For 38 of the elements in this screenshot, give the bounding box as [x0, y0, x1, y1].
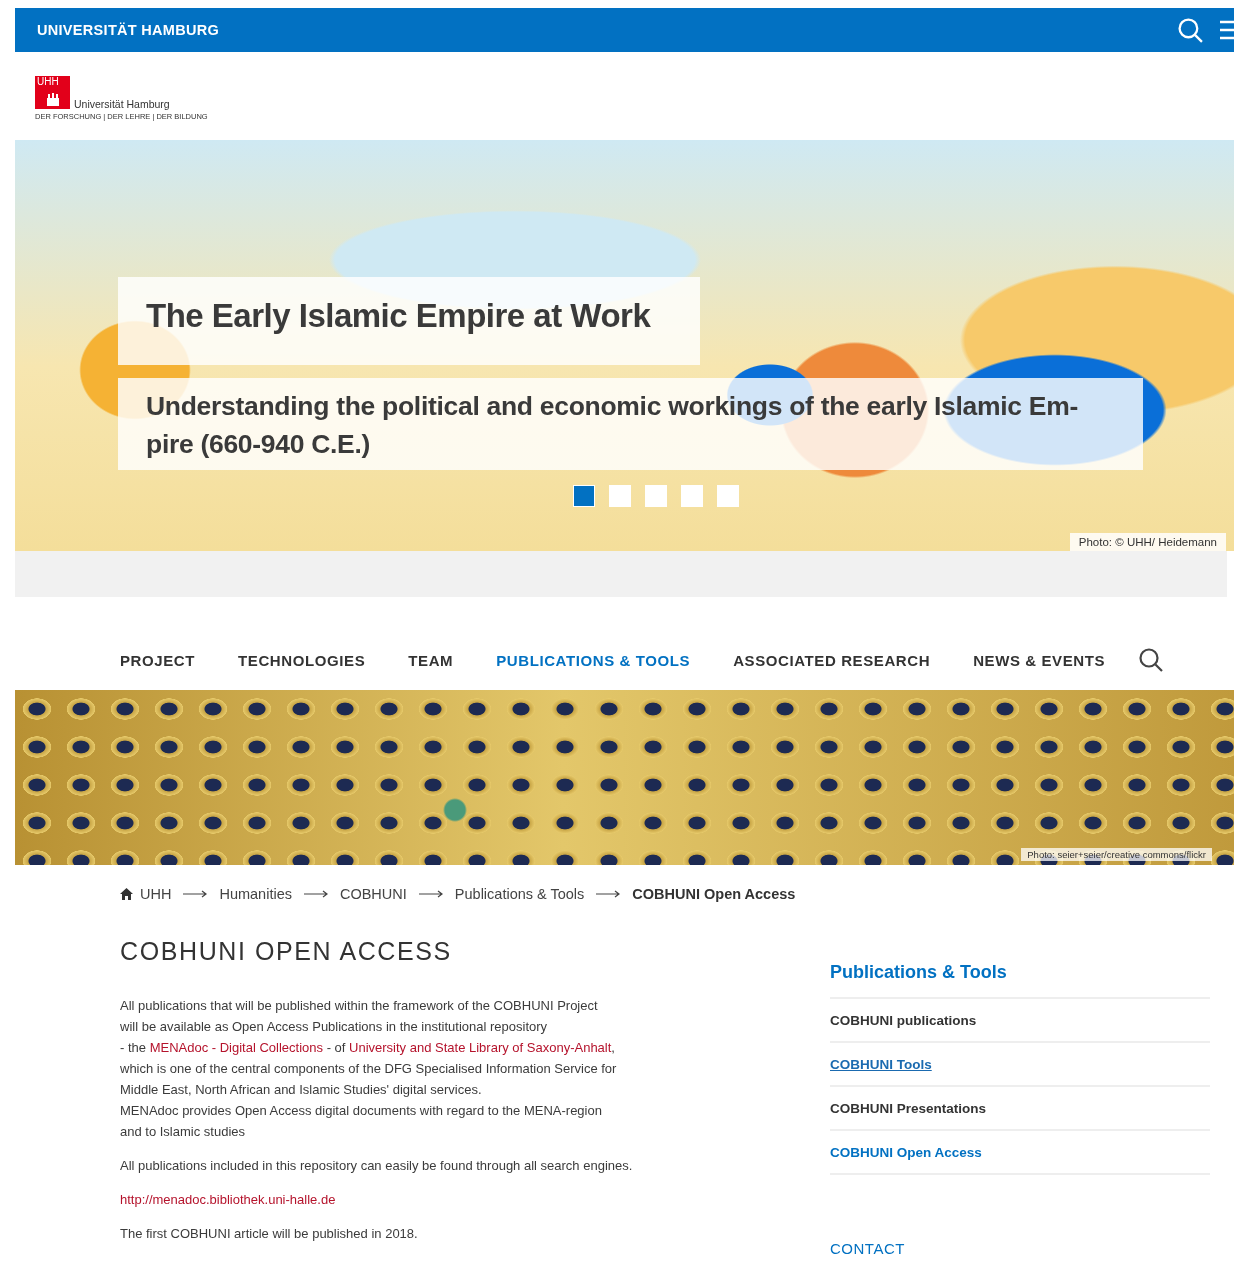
breadcrumb-link[interactable]: COBHUNI: [339, 886, 407, 902]
nav-link[interactable]: TECHNOLOGIES: [238, 651, 366, 669]
nav-link[interactable]: PUBLICATIONS & TOOLS: [496, 651, 691, 669]
body-paragraph: The first COBHUNI article will be published in 2018.: [120, 1225, 419, 1243]
site-title: UNIVERSITÄT HAMBURG: [37, 22, 221, 38]
logo-mark: UHH: [35, 76, 70, 109]
breadcrumb-link[interactable]: Publications & Tools: [454, 886, 585, 902]
nav-link[interactable]: NEWS & EVENTS: [973, 651, 1106, 669]
breadcrumb-link[interactable]: Humanities: [219, 886, 292, 902]
arrow-icon: [183, 890, 208, 898]
text-link[interactable]: MENAdoc - Digital Collections: [149, 1040, 324, 1055]
arrow-icon: [303, 890, 328, 898]
arrow-icon: [596, 890, 621, 898]
page-title: COBHUNI OPEN ACCESS: [120, 937, 453, 966]
arrow-icon: [418, 890, 443, 898]
sidebar-link[interactable]: COBHUNI Presentations: [830, 1101, 987, 1116]
sidebar-link[interactable]: COBHUNI Open Access: [830, 1145, 982, 1160]
logo-name: Universität Hamburg: [74, 98, 170, 109]
sidebar-link[interactable]: COBHUNI Tools: [830, 1057, 932, 1072]
url-link[interactable]: http://menadoc.bibliothek.uni-halle.de: [120, 1192, 336, 1207]
sidebar-heading: Publications & Tools: [830, 962, 1210, 999]
breadcrumb-link[interactable]: COBHUNI Open Access: [632, 886, 796, 902]
nav-link[interactable]: TEAM: [408, 651, 454, 669]
breadcrumb-link[interactable]: UHH: [140, 886, 172, 902]
photo-credit: Photo: © UHH/ Heidemann: [1069, 533, 1226, 551]
home-icon[interactable]: [120, 888, 133, 900]
contact-heading: CONTACT: [830, 1240, 905, 1257]
body-paragraph: All publications included in this repository can easily be found through all search engines.: [120, 1157, 634, 1175]
menu-icon[interactable]: [1218, 18, 1234, 42]
hero-title: The Early Islamic Empire at Work: [118, 277, 700, 365]
hero-subtitle: Understanding the political and economic workings of the early Islamic Em- pire (660-940 C.E.): [118, 378, 1143, 470]
sidebar-link[interactable]: COBHUNI publications: [830, 1013, 977, 1028]
search-icon[interactable]: [1138, 647, 1165, 673]
body-paragraph: All publications that will be published within the framework of the COBHUNI Project will be available as Open Access Publications in the institutional repository - the MENAdoc - Digital Collections - of University and State Library of Saxony-Anhalt, which is one of the central components of the DFG Specialised Information Service for Middle East, North African and Islamic Studies' digital services. MENAdoc provides Open Access digital documents with regard to the MENA-region and to Islamic studies: [120, 997, 618, 1141]
nav-link[interactable]: PROJECT: [120, 651, 196, 669]
photo-credit: Photo: seier+seier/creative commons/flickr: [1021, 848, 1212, 861]
nav-link[interactable]: ASSOCIATED RESEARCH: [733, 651, 931, 669]
search-icon[interactable]: [1177, 16, 1204, 44]
